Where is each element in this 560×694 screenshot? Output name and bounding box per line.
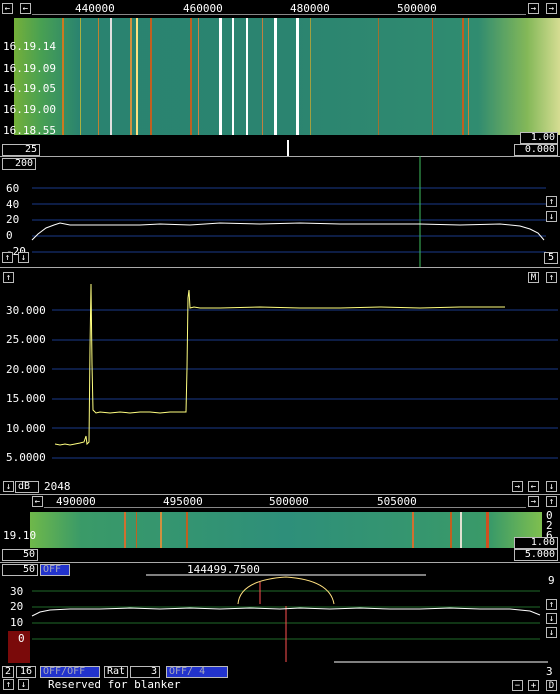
bottom-waterfall-image[interactable] (0, 512, 560, 562)
waterfall-avg[interactable]: 25 (2, 144, 40, 156)
time-plot-down-icon[interactable]: ↓ (3, 481, 14, 492)
bar-up-icon[interactable]: ↑ (3, 679, 14, 690)
minus-button[interactable]: − (512, 680, 523, 691)
baseband-y-tick: 0 (18, 632, 25, 645)
bottom-scroll-right-icon[interactable]: → (528, 496, 539, 507)
time-plot-left-icon[interactable]: ← (528, 481, 539, 492)
status-text: Reserved for blanker (48, 678, 181, 691)
freq-tick: 480000 (290, 2, 330, 15)
rat-label[interactable]: Rat (104, 666, 128, 678)
scroll-right-icon[interactable]: → (546, 3, 557, 14)
spectrum-plot[interactable] (0, 156, 560, 268)
time-plot[interactable] (0, 268, 560, 480)
baseband-down2-icon[interactable]: ↓ (546, 627, 557, 638)
spectrum-y-tick: 60 (6, 182, 20, 195)
time-plot-right-icon[interactable]: → (512, 481, 523, 492)
bottom-freq-axis (44, 507, 526, 508)
bar-down-icon[interactable]: ↓ (18, 679, 29, 690)
bottom-time-label: 19.10 (3, 529, 37, 542)
fft-size: 2048 (44, 480, 71, 493)
spectrum-y-tick: 0 (6, 229, 13, 242)
mode-a-toggle[interactable]: OFF/OFF (40, 666, 100, 678)
time-plot-y-tick: 25.000 (6, 333, 46, 346)
rat-value[interactable]: 3 (130, 666, 160, 678)
time-label: 16.19.05 (3, 82, 56, 95)
baseband-up-icon[interactable]: ↑ (546, 599, 557, 610)
scroll-right-fast-icon[interactable]: → (528, 3, 539, 14)
time-plot-y-tick: 30.000 (6, 304, 46, 317)
time-label: 16.19.14 (3, 40, 56, 53)
time-label: 16.18.55 (3, 124, 56, 137)
bottom-scroll-left-icon[interactable]: ← (32, 496, 43, 507)
num-a[interactable]: 2 (2, 666, 14, 678)
baseband-y-tick: 10 (10, 616, 24, 629)
time-label: 16.19.09 (3, 62, 56, 75)
spectrum-down-icon[interactable]: ↓ (546, 211, 557, 222)
scroll-left-icon[interactable]: ← (2, 3, 13, 14)
spectrum-up-left-icon[interactable]: ↑ (2, 252, 13, 263)
time-label: 16.19.00 (3, 103, 56, 116)
baseband-y-tick: 20 (10, 600, 24, 613)
time-plot-y-tick: 15.000 (6, 392, 46, 405)
time-plot-down-right-icon[interactable]: ↓ (546, 481, 557, 492)
mode-b-toggle[interactable]: OFF/ 4 (166, 666, 228, 678)
freq-tick: 500000 (397, 2, 437, 15)
waterfall-image[interactable] (0, 18, 560, 158)
num-b[interactable]: 16 (16, 666, 36, 678)
spectrum-up-icon[interactable]: ↑ (546, 196, 557, 207)
baseband-right-top: 9 (548, 574, 555, 587)
time-plot-y-tick: 5.0000 (6, 451, 46, 464)
d-button[interactable]: D (546, 680, 557, 691)
freq-tick: 460000 (183, 2, 223, 15)
time-plot-y-tick: 20.000 (6, 363, 46, 376)
scroll-left-fast-icon[interactable]: ← (20, 3, 31, 14)
waterfall-gain[interactable]: 1.00 (520, 132, 558, 144)
bottom-offset[interactable]: 5.000 (514, 549, 558, 561)
baseband-right-bottom: 3 (546, 665, 553, 678)
baseband-down-icon[interactable]: ↓ (546, 613, 557, 624)
time-plot-y-tick: 10.000 (6, 422, 46, 435)
plus-button[interactable]: + (528, 680, 539, 691)
divider (0, 562, 560, 563)
spectrum-down-left-icon[interactable]: ↓ (18, 252, 29, 263)
frequency-marker[interactable] (287, 140, 289, 156)
spectrum-y-tick: 40 (6, 198, 20, 211)
bottom-gain[interactable]: 1.00 (514, 537, 558, 549)
baseband-y-tick: 30 (10, 585, 24, 598)
waterfall-offset[interactable]: 0.000 (514, 144, 558, 156)
spectrum-right-value[interactable]: 5 (544, 252, 558, 264)
baseband-plot[interactable] (0, 572, 560, 666)
bottom-scroll-up-icon[interactable]: ↑ (546, 496, 557, 507)
spectrum-y-tick: 20 (6, 213, 20, 226)
bottom-left-value[interactable]: 50 (2, 549, 38, 561)
db-label[interactable]: dB (15, 481, 39, 493)
freq-tick: 440000 (75, 2, 115, 15)
